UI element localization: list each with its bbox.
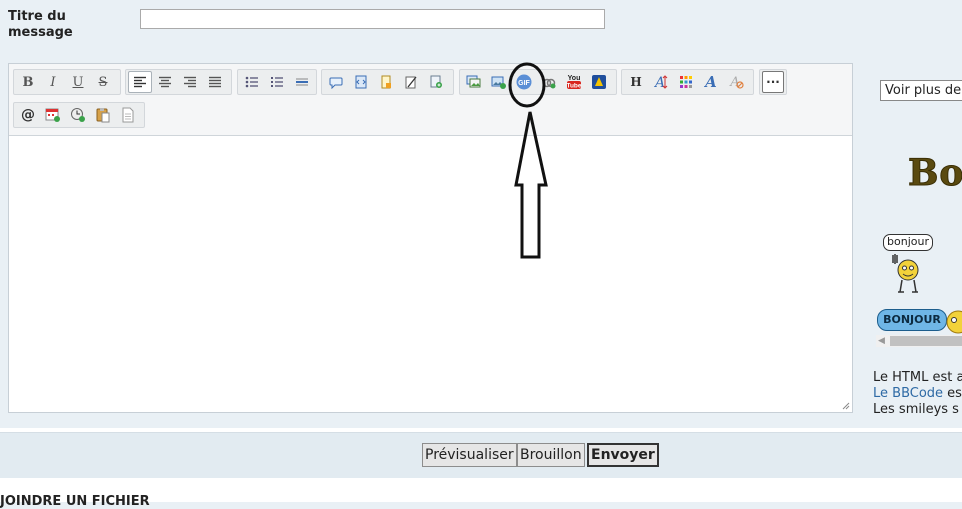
smiley-scrollbar[interactable]: ◀ <box>876 335 962 347</box>
bbcode-info-text: es <box>943 386 962 401</box>
smiley-bonjour-blue-bubble[interactable]: BONJOUR <box>877 309 947 331</box>
annotation-arrow <box>508 62 548 259</box>
smiley-face-icon[interactable] <box>944 309 962 335</box>
scroll-left-icon[interactable]: ◀ <box>878 336 885 346</box>
smileys-info-text: Les smileys s <box>873 402 959 417</box>
message-form: Titre du message B I U S GIF You Tube H … <box>0 0 962 428</box>
bbcode-info-line: Le BBCode es <box>873 386 962 402</box>
smiley-bonjour-text[interactable]: Bon <box>908 152 962 195</box>
send-button[interactable]: Envoyer <box>587 443 659 467</box>
html-info-text: Le HTML est a <box>873 370 962 385</box>
draft-button[interactable]: Brouillon <box>517 443 585 467</box>
smiley-bonjour-bubble[interactable]: bonjour <box>883 234 933 251</box>
form-actions-bar: Prévisualiser Brouillon Envoyer <box>0 432 962 479</box>
smiley-category-select[interactable]: Voir plus de <box>880 80 962 101</box>
scrollbar-thumb[interactable] <box>890 336 962 346</box>
waving-smiley-icon[interactable] <box>890 250 926 296</box>
preview-button[interactable]: Prévisualiser <box>422 443 517 467</box>
bbcode-link[interactable]: Le BBCode <box>873 386 943 401</box>
